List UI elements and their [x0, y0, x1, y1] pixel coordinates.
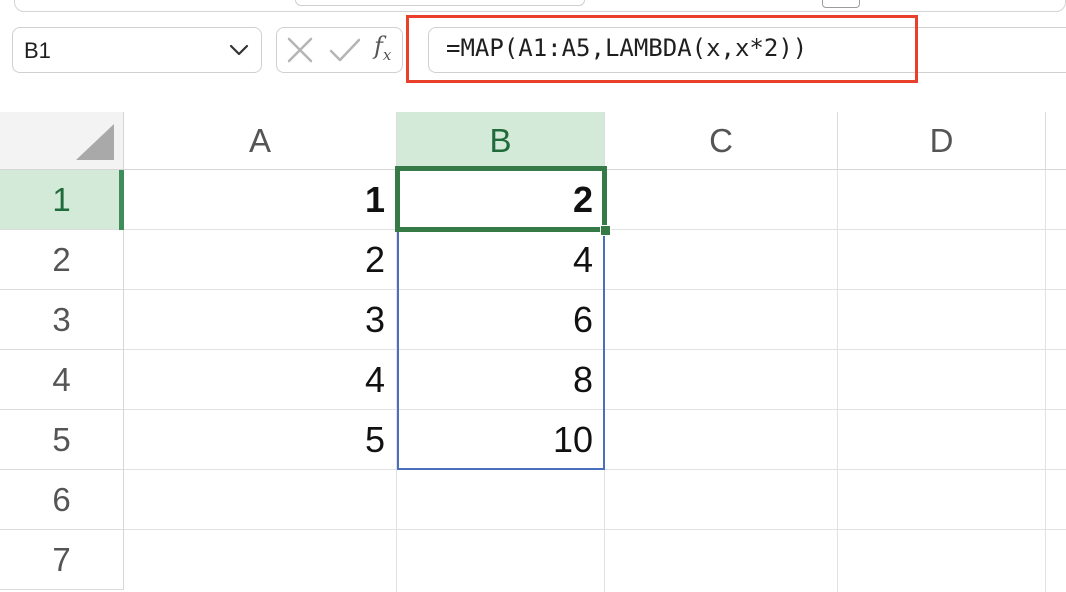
cell-a2[interactable]: 2 — [124, 230, 397, 290]
fx-label: f — [374, 32, 383, 60]
gridline — [1045, 170, 1046, 592]
active-cell-border — [395, 166, 607, 232]
chevron-down-icon[interactable] — [228, 39, 250, 61]
gridline — [837, 170, 838, 592]
fx-sub: x — [382, 45, 392, 64]
spill-range-border — [397, 230, 605, 470]
column-header-a[interactable]: A — [124, 112, 397, 170]
checkmark-icon[interactable] — [328, 36, 362, 64]
ribbon-control[interactable] — [295, 0, 585, 6]
column-header-e[interactable] — [1046, 112, 1066, 170]
function-icon[interactable]: fx — [374, 32, 404, 66]
formula-highlight-box — [406, 15, 918, 83]
row-header-7[interactable]: 7 — [0, 530, 124, 590]
cell-a3[interactable]: 3 — [124, 290, 397, 350]
cell-a5[interactable]: 5 — [124, 410, 397, 470]
row-header-2[interactable]: 2 — [0, 230, 124, 290]
name-box-value: B1 — [24, 38, 51, 63]
select-all-triangle-icon — [76, 124, 114, 160]
cell-a1[interactable]: 1 — [124, 170, 397, 230]
ribbon-button[interactable] — [822, 0, 860, 8]
row-header-1[interactable]: 1 — [0, 170, 124, 230]
row-header-6[interactable]: 6 — [0, 470, 124, 530]
fill-handle[interactable] — [600, 225, 611, 236]
row-header-5[interactable]: 5 — [0, 410, 124, 470]
row-header-3[interactable]: 3 — [0, 290, 124, 350]
cell-a4[interactable]: 4 — [124, 350, 397, 410]
row-header-4[interactable]: 4 — [0, 350, 124, 410]
column-header-c[interactable]: C — [605, 112, 838, 170]
column-header-b[interactable]: B — [397, 112, 605, 170]
gridline — [124, 529, 1066, 530]
close-icon[interactable] — [286, 36, 314, 64]
column-header-d[interactable]: D — [838, 112, 1046, 170]
